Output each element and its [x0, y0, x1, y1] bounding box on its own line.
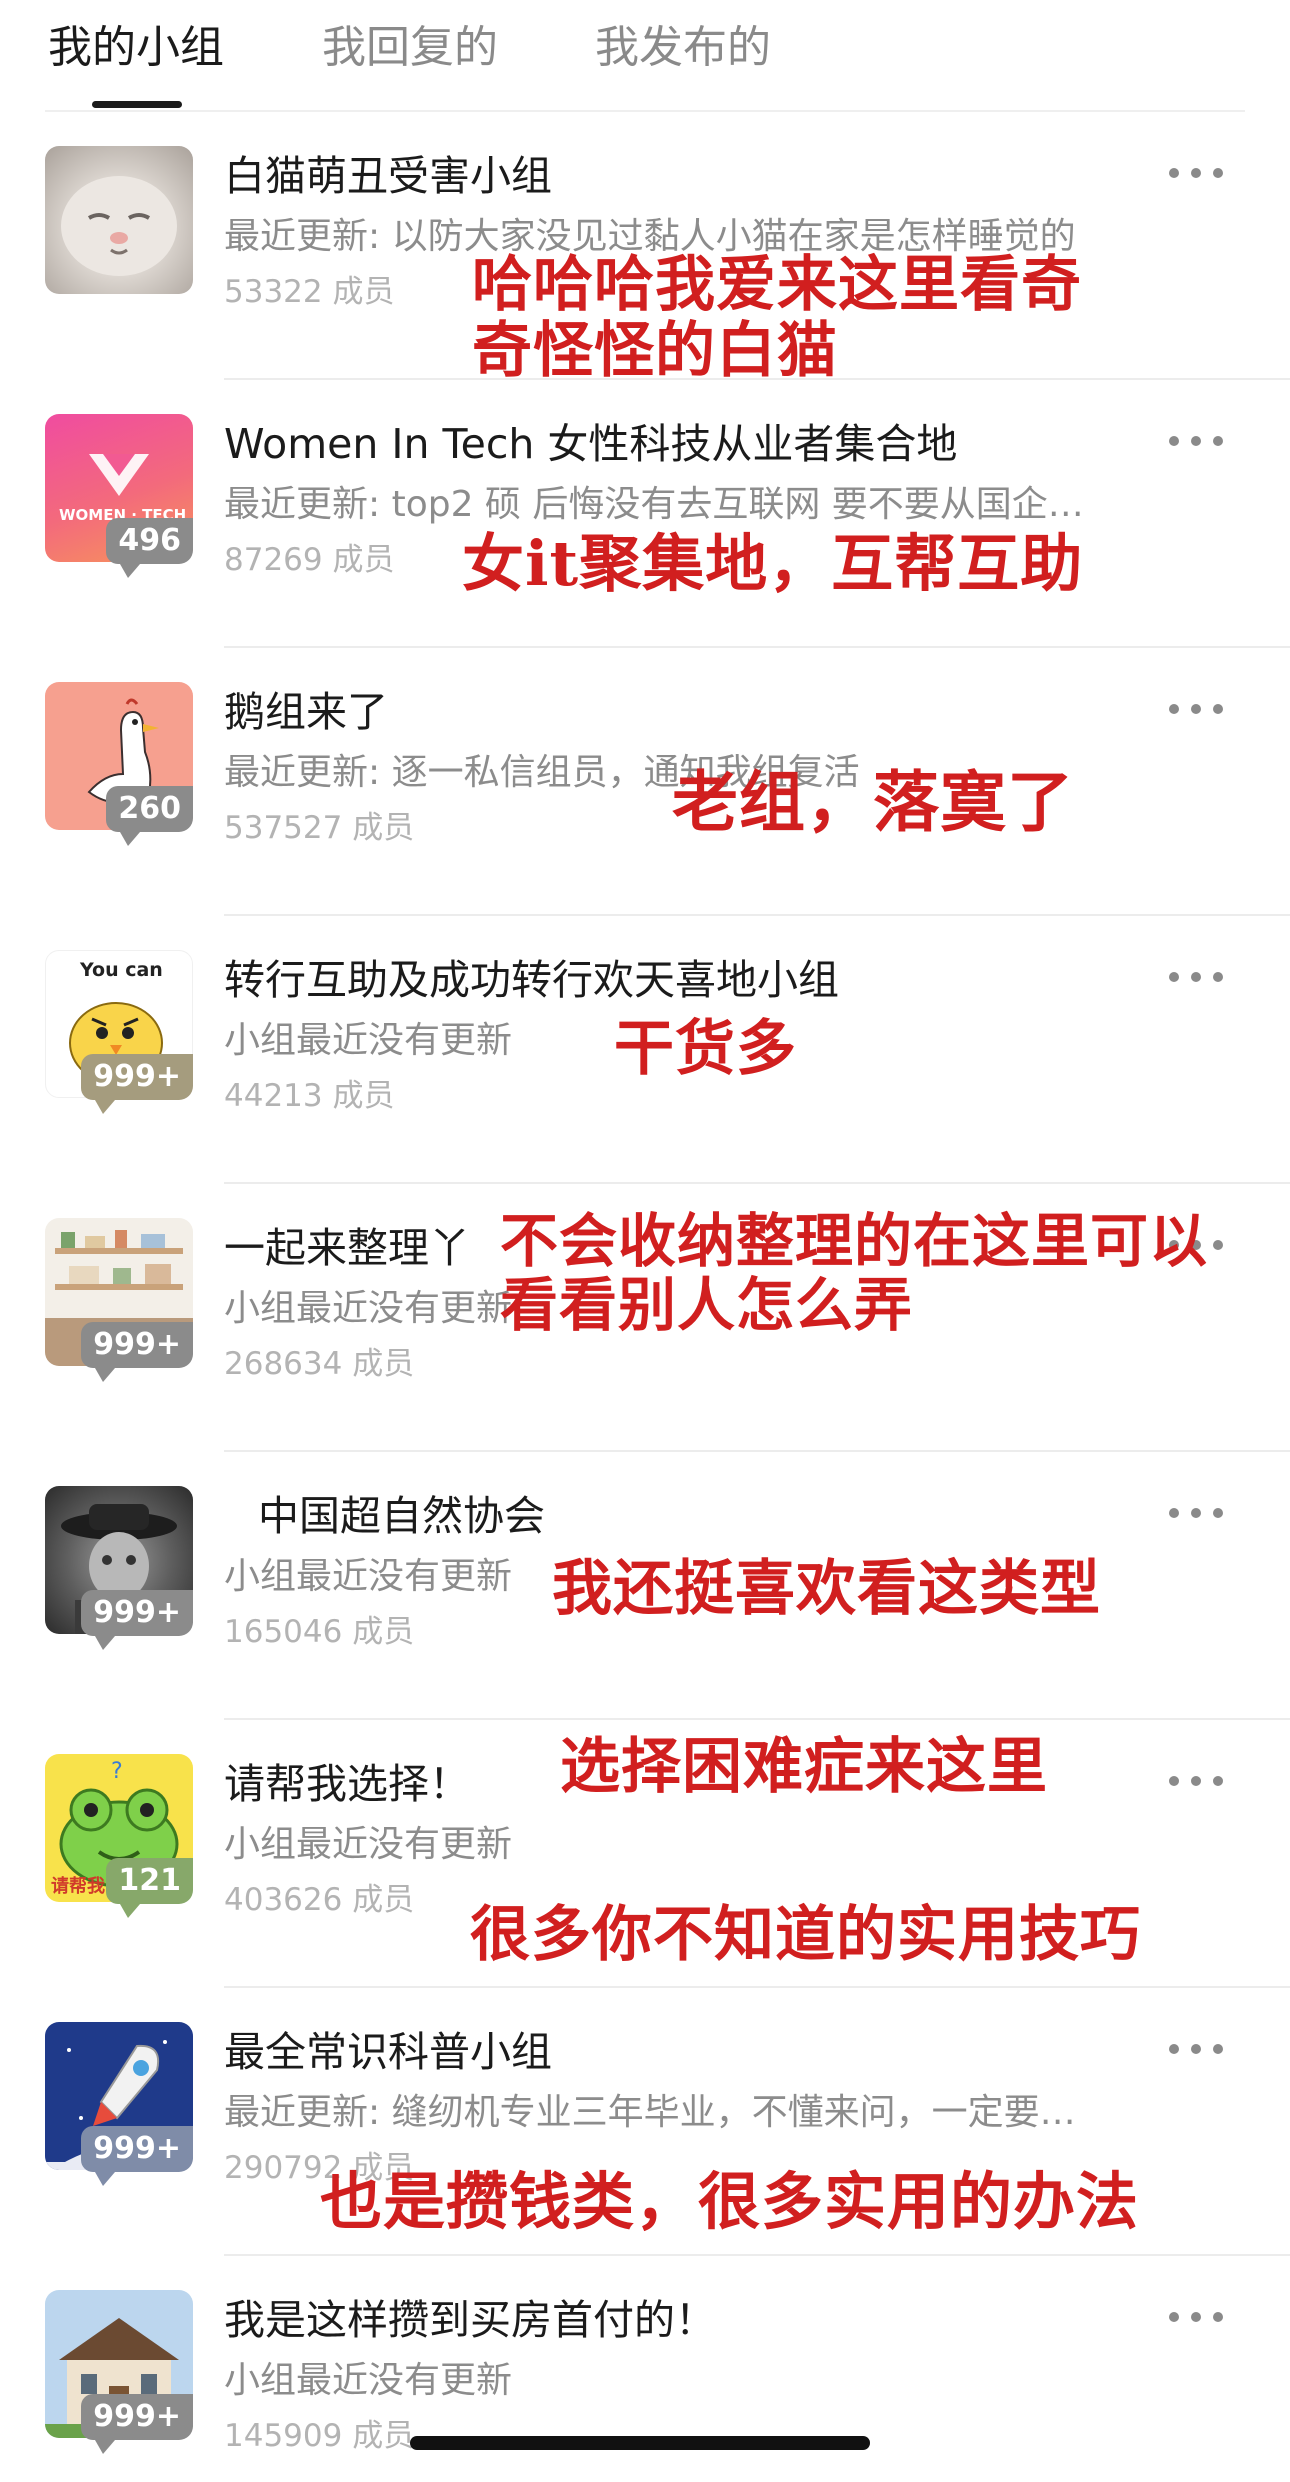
group-row[interactable]: 999+ 一起来整理丫 小组最近没有更新 268634 成员 不会收纳整理的在这…	[0, 1184, 1290, 1452]
more-options-icon[interactable]	[1169, 152, 1225, 192]
more-options-icon[interactable]	[1169, 2028, 1225, 2068]
tab-my-posts[interactable]: 我发布的	[595, 18, 771, 78]
tab-my-groups[interactable]: 我的小组	[48, 18, 224, 78]
group-avatar[interactable]: You can 999+	[45, 950, 193, 1114]
home-indicator	[410, 2436, 870, 2450]
group-row[interactable]: 白猫萌丑受害小组 最近更新: 以防大家没见过黏人小猫在家是怎样睡觉的 53322…	[0, 112, 1290, 384]
group-avatar[interactable]: 999+	[45, 2290, 193, 2454]
annotation-note: 选择困难症来这里	[560, 1732, 1048, 1802]
group-row[interactable]: 999+ 中国超自然协会 小组最近没有更新 165046 成员 我还挺喜欢看这类…	[0, 1452, 1290, 1720]
avatar-caption-text: 请帮我	[51, 1876, 105, 1897]
group-member-count: 403626 成员	[224, 1882, 415, 1918]
unread-badge: 999+	[81, 2126, 193, 2186]
avatar-caption-text: You can	[80, 959, 163, 981]
annotation-note: 女it聚集地，互帮互助	[462, 527, 1084, 600]
annotation-note: 干货多	[614, 1014, 797, 1084]
group-name[interactable]: 转行互助及成功转行欢天喜地小组	[224, 950, 839, 1010]
white-cat-photo-icon	[45, 146, 193, 294]
unread-badge: 999+	[81, 1322, 193, 1382]
more-options-icon[interactable]	[1169, 688, 1225, 728]
group-name[interactable]: 请帮我选择！	[224, 1754, 470, 1814]
more-options-icon[interactable]	[1169, 2296, 1225, 2336]
group-row[interactable]: WOMEN · TECH 496 Women In Tech 女性科技从业者集合…	[0, 380, 1290, 648]
group-name[interactable]: 我是这样攒到买房首付的！	[224, 2290, 716, 2350]
group-row[interactable]: 260 鹅组来了 最近更新: 逐一私信组员，通知我组复活 537527 成员 老…	[0, 648, 1290, 916]
unread-badge: 999+	[81, 2394, 193, 2454]
group-member-count: 165046 成员	[224, 1614, 415, 1650]
svg-text:?: ?	[111, 1759, 123, 1784]
unread-badge: 121	[106, 1858, 193, 1918]
group-avatar[interactable]: 999+	[45, 1486, 193, 1650]
annotation-note: 也是攒钱类，很多实用的办法	[320, 2165, 1140, 2238]
unread-badge: 999+	[81, 1590, 193, 1650]
unread-badge: 260	[106, 786, 193, 846]
annotation-note: 我还挺喜欢看这类型	[552, 1554, 1101, 1624]
unread-badge: 999+	[81, 1054, 193, 1114]
group-name[interactable]: 鹅组来了	[224, 682, 388, 742]
group-member-count: 537527 成员	[224, 810, 415, 846]
group-avatar[interactable]: 260	[45, 682, 193, 846]
annotation-note: 老组，落寞了	[672, 763, 1074, 841]
more-options-icon[interactable]	[1169, 956, 1225, 996]
group-avatar[interactable]: ? 请帮我 121	[45, 1754, 193, 1918]
group-member-count: 44213 成员	[224, 1078, 395, 1114]
group-row[interactable]: You can 999+ 转行互助及成功转行欢天喜地小组 小组最近没有更新 44…	[0, 916, 1290, 1184]
group-latest-update[interactable]: 小组最近没有更新	[224, 2356, 1164, 2406]
group-name[interactable]: 白猫萌丑受害小组	[224, 146, 552, 206]
more-options-icon[interactable]	[1169, 1492, 1225, 1532]
group-latest-update[interactable]: 最近更新: 缝纫机专业三年毕业，不懂来问，一定要…	[224, 2088, 1164, 2138]
more-options-icon[interactable]	[1169, 1760, 1225, 1800]
group-member-count: 87269 成员	[224, 542, 395, 578]
group-avatar[interactable]: WOMEN · TECH 496	[45, 414, 193, 578]
annotation-note: 很多你不知道的实用技巧	[470, 1900, 1141, 1970]
unread-badge: 496	[106, 518, 193, 578]
group-avatar[interactable]: 999+	[45, 1218, 193, 1382]
group-member-count: 53322 成员	[224, 274, 395, 310]
active-tab-indicator	[92, 101, 182, 108]
group-avatar[interactable]	[45, 146, 193, 294]
group-avatar[interactable]: 999+	[45, 2022, 193, 2186]
annotation-note: 不会收纳整理的在这里可以 看看别人怎么弄	[500, 1207, 1209, 1339]
group-latest-update[interactable]: 最近更新: top2 硕 后悔没有去互联网 要不要从国企…	[224, 480, 1164, 530]
group-member-count: 145909 成员	[224, 2418, 415, 2454]
group-list: 白猫萌丑受害小组 最近更新: 以防大家没见过黏人小猫在家是怎样睡觉的 53322…	[0, 112, 1290, 2482]
tab-bar: 我的小组 我回复的 我发布的	[0, 0, 1290, 112]
more-options-icon[interactable]	[1169, 420, 1225, 460]
group-name[interactable]: 中国超自然协会	[258, 1486, 545, 1546]
group-latest-update[interactable]: 小组最近没有更新	[224, 1820, 1164, 1870]
group-name[interactable]: Women In Tech 女性科技从业者集合地	[224, 414, 957, 474]
group-name[interactable]: 最全常识科普小组	[224, 2022, 552, 2082]
group-member-count: 268634 成员	[224, 1346, 415, 1382]
tab-my-replies[interactable]: 我回复的	[322, 18, 498, 78]
group-name[interactable]: 一起来整理丫	[224, 1218, 470, 1278]
annotation-note: 哈哈哈我爱来这里看奇 奇怪怪的白猫	[472, 250, 1082, 386]
